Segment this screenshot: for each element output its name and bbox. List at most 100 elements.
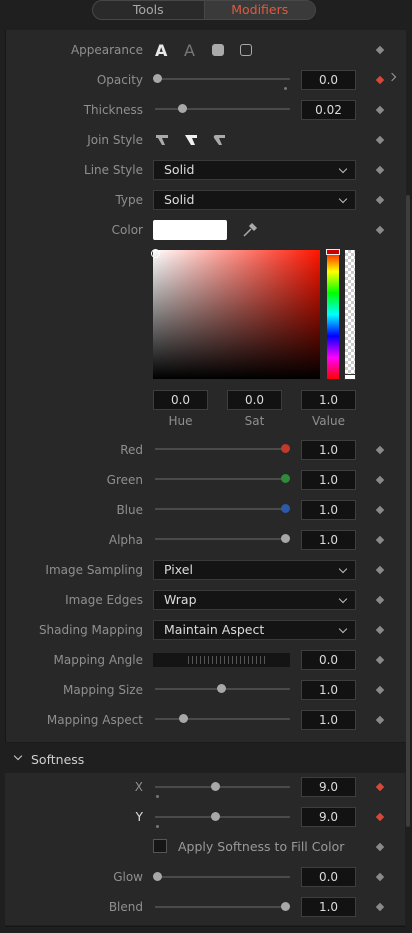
red-slider[interactable] [155, 448, 288, 450]
type-dropdown[interactable]: Solid [153, 190, 356, 210]
mapping-aspect-slider-thumb[interactable] [179, 714, 188, 723]
join-round-icon[interactable] [212, 134, 226, 146]
opacity-slider[interactable] [155, 78, 290, 80]
softness-x-default-dot [156, 795, 159, 798]
softness-y-label: Y [135, 810, 143, 824]
saturation-value-field[interactable] [153, 250, 320, 379]
opacity-value[interactable]: 0.0 [301, 70, 356, 90]
glow-slider-thumb[interactable] [153, 872, 162, 881]
red-label: Red [120, 443, 143, 457]
mapping-aspect-value[interactable]: 1.0 [301, 710, 356, 730]
blue-label: Blue [116, 503, 143, 517]
mapping-size-slider-thumb[interactable] [217, 684, 226, 693]
join-miter-icon[interactable] [184, 134, 198, 146]
thickness-value[interactable]: 0.02 [301, 100, 356, 120]
image-edges-label: Image Edges [65, 593, 143, 607]
shading-mapping-label: Shading Mapping [38, 623, 143, 637]
scrollbar[interactable] [406, 195, 410, 827]
red-slider-thumb[interactable] [281, 444, 290, 453]
green-slider[interactable] [155, 478, 288, 480]
blend-slider[interactable] [155, 906, 290, 908]
tab-tools[interactable]: Tools [93, 1, 204, 19]
line-style-selected: Solid [164, 162, 195, 177]
join-style-label: Join Style [87, 133, 143, 147]
glow-label: Glow [113, 870, 143, 884]
mapping-size-label: Mapping Size [63, 683, 143, 697]
chevron-down-icon [338, 594, 348, 604]
thickness-slider[interactable] [155, 108, 290, 110]
softness-y-value[interactable]: 9.0 [301, 807, 356, 827]
glow-slider[interactable] [155, 876, 290, 878]
thickness-slider-thumb[interactable] [178, 104, 187, 113]
blend-value[interactable]: 1.0 [301, 897, 356, 917]
color-label: Color [111, 223, 143, 237]
shading-mapping-dropdown[interactable]: Maintain Aspect [153, 620, 356, 640]
shading-mapping-selected: Maintain Aspect [164, 622, 265, 637]
appearance-outline-icon[interactable]: A [184, 43, 195, 59]
blue-slider-thumb[interactable] [281, 504, 290, 513]
mapping-size-value[interactable]: 1.0 [301, 680, 356, 700]
softness-x-label: X [134, 780, 143, 794]
blend-slider-thumb[interactable] [281, 902, 290, 911]
apply-softness-checkbox[interactable] [153, 839, 167, 853]
image-sampling-dropdown[interactable]: Pixel [153, 560, 356, 580]
tab-modifiers[interactable]: Modifiers [203, 1, 315, 19]
appearance-outline-box-icon[interactable] [240, 44, 252, 56]
hue-strip[interactable] [327, 250, 339, 379]
appearance-label: Appearance [70, 43, 143, 57]
alpha-strip[interactable] [345, 250, 355, 379]
blend-label: Blend [108, 900, 143, 914]
green-label: Green [106, 473, 143, 487]
chevron-down-icon [338, 564, 348, 574]
green-value[interactable]: 1.0 [301, 470, 356, 490]
join-bevel-icon[interactable] [155, 134, 169, 146]
softness-y-slider-thumb[interactable] [211, 812, 220, 821]
mapping-angle-wheel[interactable] [153, 653, 290, 667]
mapping-angle-label: Mapping Angle [53, 653, 143, 667]
hue-input[interactable]: 0.0 [153, 390, 208, 410]
glow-value[interactable]: 0.0 [301, 867, 356, 887]
value-input[interactable]: 1.0 [301, 390, 356, 410]
bottom-divider [5, 926, 405, 927]
type-label: Type [115, 193, 143, 207]
alpha-slider-thumb[interactable] [281, 534, 290, 543]
opacity-default-dot [284, 87, 287, 90]
green-slider-thumb[interactable] [281, 474, 290, 483]
softness-x-slider[interactable] [155, 786, 290, 788]
softness-y-slider[interactable] [155, 816, 290, 818]
thickness-label: Thickness [83, 103, 143, 117]
type-selected: Solid [164, 192, 195, 207]
chevron-down-icon [338, 194, 348, 204]
image-edges-selected: Wrap [164, 592, 197, 607]
mapping-aspect-slider[interactable] [155, 718, 290, 720]
collapse-chevron-icon[interactable] [13, 751, 23, 761]
color-picker-cursor[interactable] [151, 249, 160, 258]
softness-header[interactable]: Softness [31, 752, 84, 767]
alpha-marker[interactable] [344, 374, 356, 380]
blue-slider[interactable] [155, 508, 288, 510]
hue-marker[interactable] [326, 249, 340, 255]
sat-caption: Sat [244, 414, 265, 428]
appearance-solid-icon[interactable] [212, 44, 224, 56]
image-edges-dropdown[interactable]: Wrap [153, 590, 356, 610]
mapping-aspect-label: Mapping Aspect [46, 713, 143, 727]
alpha-slider[interactable] [155, 538, 288, 540]
image-sampling-selected: Pixel [164, 562, 193, 577]
opacity-label: Opacity [96, 73, 143, 87]
chevron-down-icon [338, 624, 348, 634]
mapping-angle-value[interactable]: 0.0 [301, 650, 356, 670]
value-caption: Value [312, 414, 345, 428]
softness-x-slider-thumb[interactable] [211, 782, 220, 791]
apply-softness-label: Apply Softness to Fill Color [178, 839, 345, 854]
line-style-dropdown[interactable]: Solid [153, 160, 356, 180]
sat-input[interactable]: 0.0 [227, 390, 282, 410]
appearance-text-icon[interactable]: A [155, 43, 167, 59]
opacity-slider-thumb[interactable] [153, 74, 162, 83]
red-value[interactable]: 1.0 [301, 440, 356, 460]
blue-value[interactable]: 1.0 [301, 500, 356, 520]
color-swatch[interactable] [153, 220, 227, 240]
softness-x-value[interactable]: 9.0 [301, 777, 356, 797]
line-style-label: Line Style [84, 163, 143, 177]
alpha-value[interactable]: 1.0 [301, 530, 356, 550]
eyedropper-icon[interactable] [242, 222, 258, 238]
